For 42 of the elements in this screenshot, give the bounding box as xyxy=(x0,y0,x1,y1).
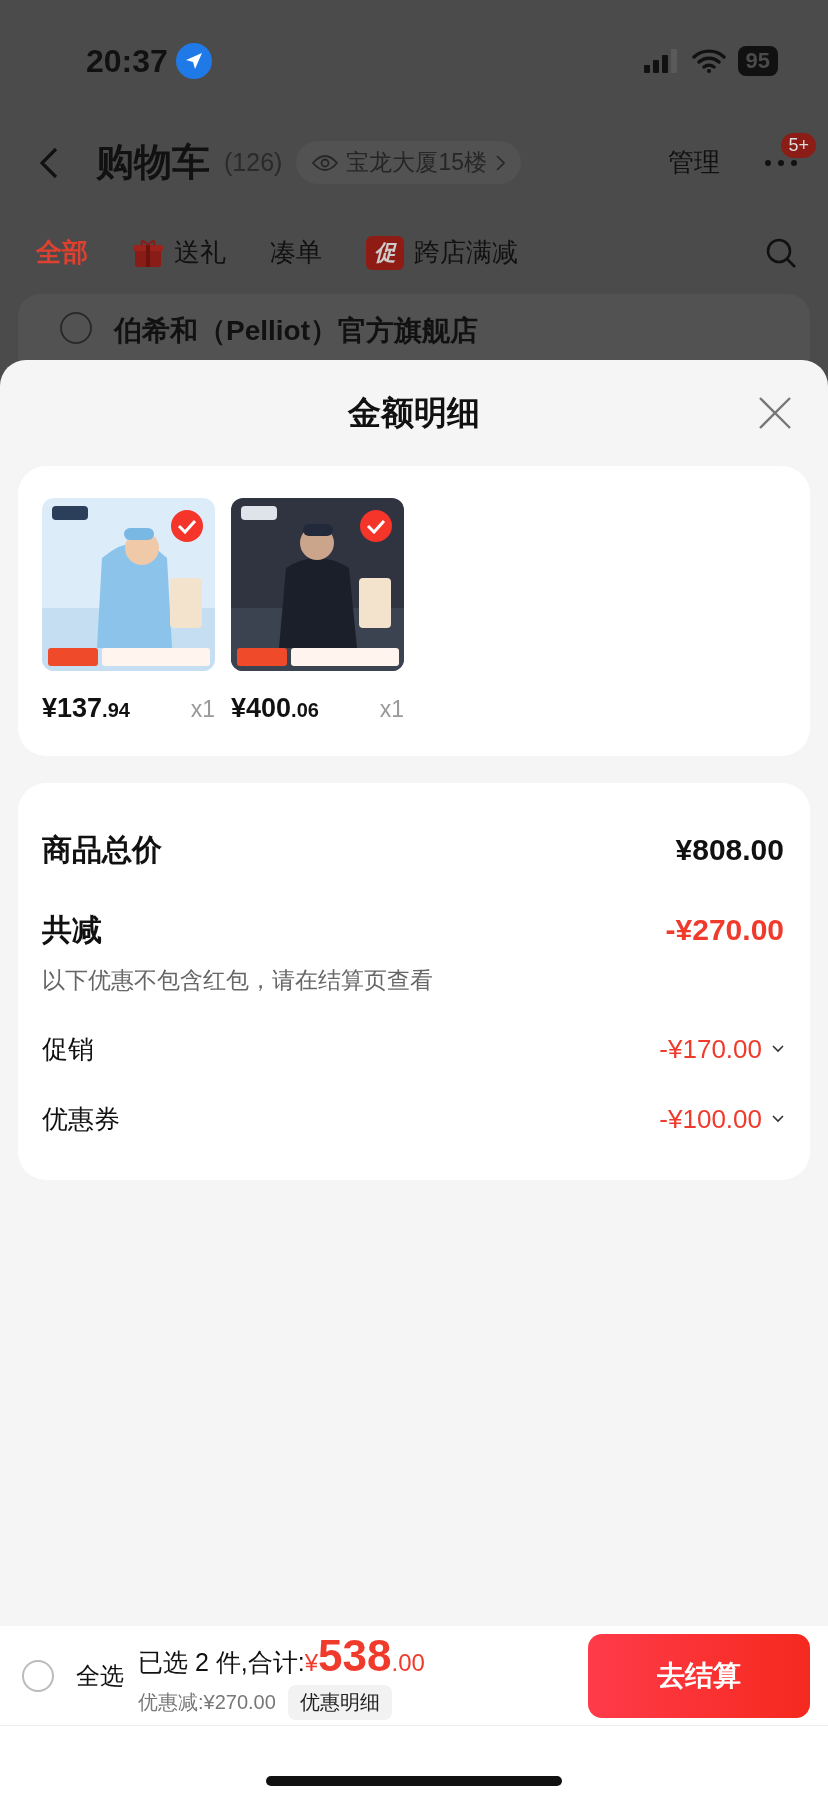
select-all-label[interactable]: 全选 xyxy=(76,1659,124,1692)
filter-tab[interactable]: 促 跨店满减 xyxy=(366,235,518,270)
page-title: 购物车 xyxy=(96,140,210,185)
item-price: ¥137.94 xyxy=(42,693,130,724)
manage-button[interactable]: 管理 xyxy=(668,145,720,180)
wifi-icon xyxy=(691,49,726,73)
store-checkbox[interactable] xyxy=(60,312,92,344)
check-icon[interactable] xyxy=(360,510,392,542)
eye-icon xyxy=(312,153,339,172)
status-time: 20:37 xyxy=(86,42,168,80)
check-icon[interactable] xyxy=(171,510,203,542)
summary-label: 优惠券 xyxy=(42,1102,120,1136)
discount-detail-button[interactable]: 优惠明细 xyxy=(287,1685,392,1720)
total-amount: 已选 2 件,合计:¥538.00 xyxy=(138,1631,425,1681)
filter-tab[interactable]: 凑单 xyxy=(270,235,322,270)
summary-label: 共减 xyxy=(42,911,102,948)
chevron-icon xyxy=(494,154,505,171)
filter-tab[interactable]: 全部 xyxy=(36,235,88,270)
discount-amount: 优惠减:¥270.00 xyxy=(138,1690,276,1715)
summary-value: ¥808.00 xyxy=(675,833,784,867)
discount-note: 以下优惠不包含红包，请在结算页查看 xyxy=(42,966,434,995)
item-quantity: x1 xyxy=(379,696,404,723)
sheet-title: 金额明细 xyxy=(348,392,480,433)
caret-down-icon xyxy=(772,1045,784,1053)
summary-value[interactable]: -¥100.00 xyxy=(659,1103,784,1135)
caret-down-icon xyxy=(772,1115,784,1123)
battery-level: 95 xyxy=(737,46,778,76)
filter-tab[interactable]: 送礼 xyxy=(132,235,226,270)
notification-badge: 5+ xyxy=(781,132,816,158)
select-all-checkbox[interactable] xyxy=(22,1659,54,1692)
summary-value[interactable]: -¥170.00 xyxy=(659,1033,784,1065)
summary-label: 促销 xyxy=(42,1032,94,1066)
summary-value: -¥270.00 xyxy=(665,913,784,947)
checkout-button[interactable]: 去结算 xyxy=(588,1633,810,1718)
summary-label: 商品总价 xyxy=(42,831,162,868)
promo-badge: 促 xyxy=(366,235,404,270)
item-quantity: x1 xyxy=(190,696,215,723)
signal-icon xyxy=(643,49,680,73)
close-icon[interactable] xyxy=(758,396,792,430)
store-name[interactable]: 伯希和（Pelliot）官方旗舰店 xyxy=(114,312,478,350)
item-price: ¥400.06 xyxy=(231,693,319,724)
more-icon[interactable] xyxy=(764,158,798,167)
